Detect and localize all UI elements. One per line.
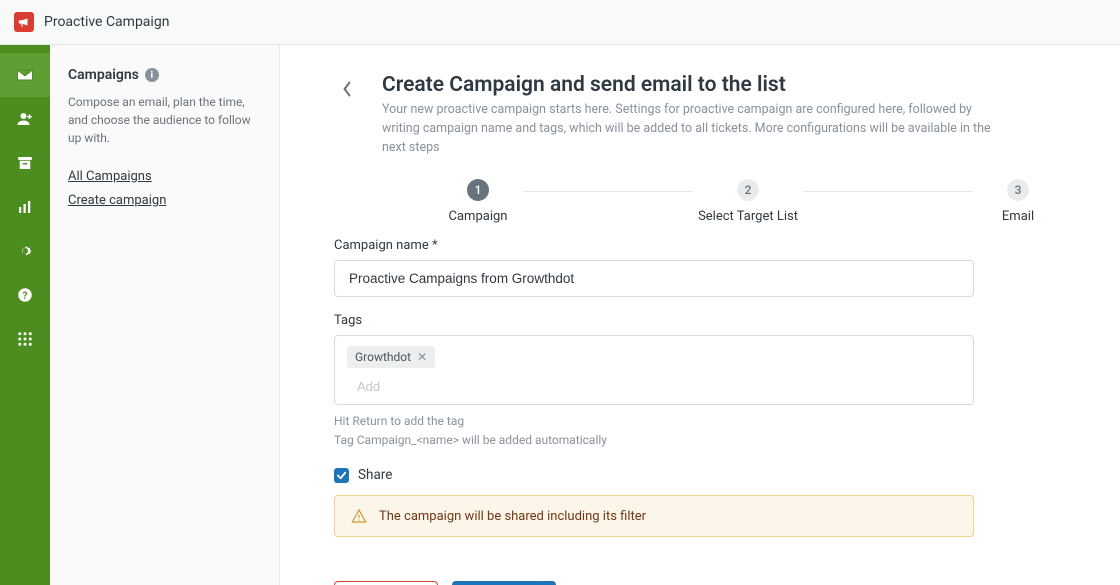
bar-chart-icon bbox=[16, 198, 34, 216]
step-campaign[interactable]: 1 Campaign bbox=[438, 179, 518, 224]
help-icon: ? bbox=[16, 286, 34, 304]
page-subtitle: Your new proactive campaign starts here.… bbox=[382, 101, 1002, 157]
share-checkbox[interactable] bbox=[334, 468, 349, 483]
tag-remove-icon[interactable]: ✕ bbox=[417, 350, 427, 364]
panel-title: Campaigns i bbox=[68, 67, 261, 83]
step-connector bbox=[804, 191, 972, 192]
step-label: Email bbox=[1002, 209, 1034, 224]
warning-icon bbox=[351, 508, 367, 524]
tags-help-2: Tag Campaign_<name> will be added automa… bbox=[334, 431, 1066, 449]
action-bar: Cancel Next bbox=[334, 581, 1066, 585]
main-content: Create Campaign and send email to the li… bbox=[280, 45, 1120, 585]
step-connector bbox=[524, 191, 692, 192]
megaphone-icon bbox=[17, 15, 31, 29]
chevron-left-icon bbox=[341, 81, 353, 97]
tag-input[interactable] bbox=[347, 374, 547, 398]
app-logo bbox=[14, 12, 34, 32]
left-rail: ? bbox=[0, 45, 50, 585]
next-button[interactable]: Next bbox=[452, 581, 556, 585]
rail-item-user[interactable] bbox=[0, 97, 50, 141]
side-panel: Campaigns i Compose an email, plan the t… bbox=[50, 45, 280, 585]
rail-item-apps[interactable] bbox=[0, 317, 50, 361]
tags-help-1: Hit Return to add the tag bbox=[334, 412, 1066, 430]
back-button[interactable] bbox=[334, 76, 360, 102]
apps-icon bbox=[16, 330, 34, 348]
cancel-button[interactable]: Cancel bbox=[334, 581, 438, 585]
tag-chip: Growthdot ✕ bbox=[347, 346, 435, 368]
svg-text:?: ? bbox=[23, 291, 28, 302]
campaign-name-input[interactable] bbox=[334, 260, 974, 297]
panel-description: Compose an email, plan the time, and cho… bbox=[68, 93, 261, 147]
tags-label: Tags bbox=[334, 313, 1066, 328]
gear-icon bbox=[16, 242, 34, 260]
step-number: 3 bbox=[1007, 179, 1029, 201]
check-icon bbox=[336, 470, 347, 481]
step-label: Select Target List bbox=[698, 209, 798, 224]
mail-icon bbox=[15, 65, 35, 85]
rail-item-help[interactable]: ? bbox=[0, 273, 50, 317]
step-email[interactable]: 3 Email bbox=[978, 179, 1058, 224]
warning-text: The campaign will be shared including it… bbox=[379, 509, 646, 524]
info-icon[interactable]: i bbox=[145, 68, 159, 82]
step-number: 1 bbox=[467, 179, 489, 201]
rail-item-mail[interactable] bbox=[0, 53, 50, 97]
campaign-name-label: Campaign name * bbox=[334, 238, 1066, 253]
page-title: Create Campaign and send email to the li… bbox=[382, 73, 1002, 97]
rail-item-settings[interactable] bbox=[0, 229, 50, 273]
link-create-campaign[interactable]: Create campaign bbox=[68, 193, 261, 208]
tag-chip-label: Growthdot bbox=[355, 350, 411, 364]
panel-title-text: Campaigns bbox=[68, 67, 139, 83]
stepper: 1 Campaign 2 Select Target List 3 Email bbox=[334, 179, 1066, 224]
link-all-campaigns[interactable]: All Campaigns bbox=[68, 169, 261, 184]
tags-box[interactable]: Growthdot ✕ bbox=[334, 335, 974, 405]
app-title: Proactive Campaign bbox=[44, 14, 169, 30]
share-warning: The campaign will be shared including it… bbox=[334, 495, 974, 537]
rail-item-archive[interactable] bbox=[0, 141, 50, 185]
topbar: Proactive Campaign bbox=[0, 0, 1120, 45]
user-icon bbox=[16, 110, 34, 128]
share-label: Share bbox=[358, 467, 392, 483]
step-number: 2 bbox=[737, 179, 759, 201]
rail-item-analytics[interactable] bbox=[0, 185, 50, 229]
step-target-list[interactable]: 2 Select Target List bbox=[698, 179, 798, 224]
archive-icon bbox=[16, 154, 34, 172]
step-label: Campaign bbox=[449, 209, 508, 224]
